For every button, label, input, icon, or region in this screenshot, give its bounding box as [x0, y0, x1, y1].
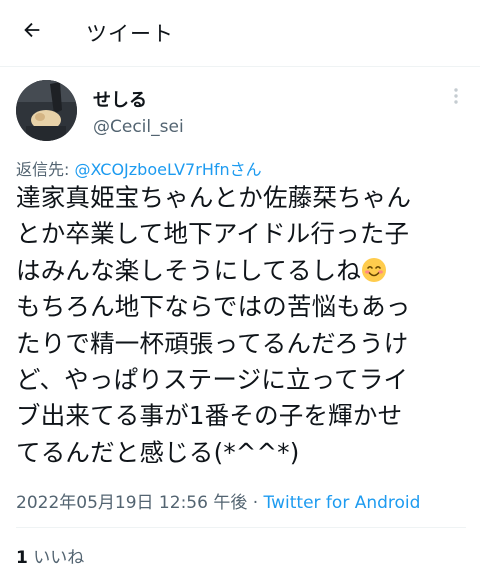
author-handle[interactable]: @Cecil_sei [93, 117, 184, 137]
more-vertical-icon [453, 87, 459, 109]
author-name[interactable]: せしる [93, 86, 147, 112]
more-options-button[interactable] [444, 86, 468, 110]
reply-suffix[interactable]: さん [230, 160, 262, 179]
tweet-line: もちろん地下ならではの苦悩もあっ [16, 292, 411, 322]
arrow-left-icon [21, 19, 43, 45]
like-count: 1 [16, 548, 28, 568]
tweet-meta: 2022年05月19日 12:56 午後 · Twitter for Andro… [16, 488, 420, 513]
tweet-line: とか卒業して地下アイドル行った子 [16, 219, 410, 249]
tweet-line: たりで精一杯頑張ってるんだろうけ [16, 328, 409, 358]
top-bar: ツイート [0, 0, 480, 62]
likes-stat[interactable]: 1 いいね [16, 543, 84, 568]
source-app-link[interactable]: Twitter for Android [264, 493, 421, 513]
tweet-line-text: はみんな楽しそうにしてるしね [16, 255, 362, 285]
tweet-line: ど、やっぱりステージに立ってライ [16, 365, 409, 395]
tweet-line: ブ出来てる事が1番その子を輝かせ [16, 401, 403, 431]
reply-prefix: 返信先: [16, 160, 75, 179]
tweet-line: てるんだと感じる(*^^*) [16, 437, 300, 467]
smiling-face-emoji-icon [361, 257, 387, 283]
tweet-body: 達家真姫宝ちゃんとか佐藤栞ちゃん とか卒業して地下アイドル行った子 はみんな楽し… [16, 180, 471, 471]
avatar[interactable] [16, 80, 77, 141]
reply-mention-link[interactable]: @XCOJzboeLV7rHfn [74, 160, 229, 179]
tweet-line: 達家真姫宝ちゃんとか佐藤栞ちゃん [16, 183, 412, 212]
header-divider [0, 66, 480, 67]
tweet-line-with-emoji: はみんな楽しそうにしてるしね [16, 253, 471, 289]
stats-divider [16, 527, 466, 528]
back-button[interactable] [16, 16, 48, 48]
page-title: ツイート [86, 22, 174, 46]
like-label: いいね [33, 548, 85, 568]
timestamp[interactable]: 2022年05月19日 12:56 午後 [16, 493, 247, 513]
reply-to-line: 返信先: @XCOJzboeLV7rHfnさん [16, 156, 262, 180]
meta-separator: · [247, 493, 264, 513]
